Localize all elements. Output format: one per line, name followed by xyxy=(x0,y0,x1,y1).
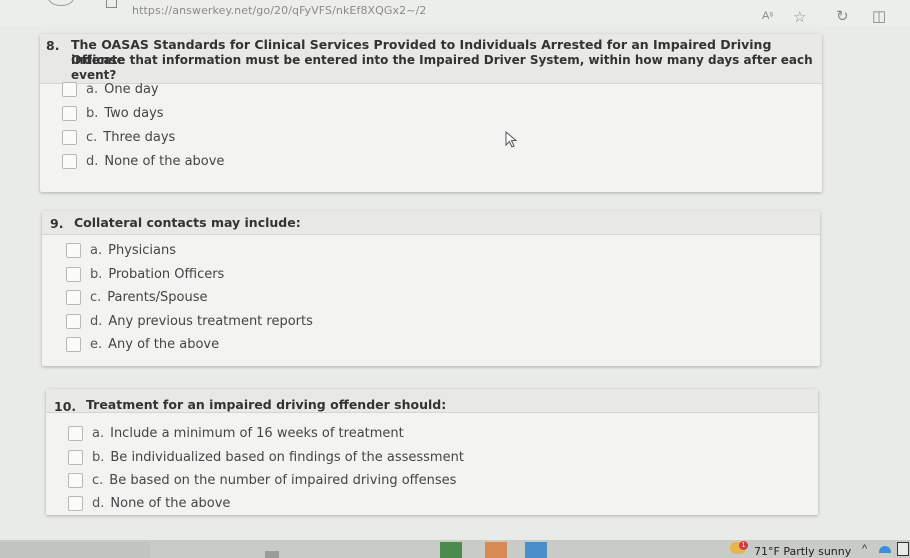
question-text: Collateral contacts may include: xyxy=(74,215,301,230)
checkbox[interactable] xyxy=(66,267,81,282)
checkbox[interactable] xyxy=(62,106,77,121)
taskbar-app-icon[interactable] xyxy=(485,542,507,558)
page-info-icon[interactable] xyxy=(106,0,117,8)
checkbox[interactable] xyxy=(66,314,81,329)
option-letter: a. xyxy=(86,82,99,97)
checkbox[interactable] xyxy=(66,337,81,352)
option-letter: a. xyxy=(92,426,105,441)
option-10a[interactable]: a. Include a minimum of 16 weeks of trea… xyxy=(68,426,404,441)
taskbar-left-area xyxy=(0,542,150,558)
weather-notification-badge: 1 xyxy=(739,541,748,550)
browser-toolbar: https://answerkey.net/go/20/qFyVFS/nkEf8… xyxy=(0,0,910,26)
option-label: None of the above xyxy=(110,496,231,511)
option-label: One day xyxy=(104,82,159,97)
checkbox[interactable] xyxy=(68,473,83,488)
option-label: Parents/Spouse xyxy=(107,290,208,305)
option-label: Include a minimum of 16 weeks of treatme… xyxy=(110,426,404,441)
weather-text[interactable]: 71°F Partly sunny xyxy=(754,545,851,558)
taskbar-app-icon[interactable] xyxy=(265,551,279,558)
option-9b[interactable]: b. Probation Officers xyxy=(66,267,224,282)
option-label: Physicians xyxy=(108,243,177,258)
option-10d[interactable]: d. None of the above xyxy=(68,496,230,511)
mouse-cursor-icon xyxy=(505,131,518,148)
address-bar-url[interactable]: https://answerkey.net/go/20/qFyVFS/nkEf8… xyxy=(132,4,427,17)
option-letter: e. xyxy=(90,337,103,352)
checkbox[interactable] xyxy=(68,426,83,441)
option-label: Be individualized based on findings of t… xyxy=(110,450,464,465)
tray-app-icon[interactable] xyxy=(897,542,909,556)
question-number: 8. xyxy=(46,38,60,53)
checkbox[interactable] xyxy=(68,496,83,511)
option-9d[interactable]: d. Any previous treatment reports xyxy=(66,314,313,329)
option-label: Three days xyxy=(103,130,176,145)
question-header: 10. Treatment for an impaired driving of… xyxy=(46,389,818,414)
option-label: Two days xyxy=(104,106,164,121)
option-label: None of the above xyxy=(104,154,225,169)
question-header: 9. Collateral contacts may include: xyxy=(42,211,820,235)
favorite-star-icon[interactable]: ☆ xyxy=(793,8,806,26)
checkbox[interactable] xyxy=(62,130,77,145)
taskbar-app-icon[interactable] xyxy=(440,542,462,558)
question-text-line-2: indicate that information must be entere… xyxy=(71,53,813,82)
tray-chevron-icon[interactable]: ^ xyxy=(862,543,867,555)
option-letter: d. xyxy=(90,314,103,329)
option-8d[interactable]: d. None of the above xyxy=(62,154,224,169)
checkbox[interactable] xyxy=(62,154,77,169)
option-8c[interactable]: c. Three days xyxy=(62,130,175,145)
option-9c[interactable]: c. Parents/Spouse xyxy=(66,290,208,305)
onedrive-cloud-icon[interactable] xyxy=(879,546,891,553)
checkbox[interactable] xyxy=(62,82,77,97)
question-header: 8. The OASAS Standards for Clinical Serv… xyxy=(40,34,822,84)
question-card-8: 8. The OASAS Standards for Clinical Serv… xyxy=(40,34,822,192)
option-letter: c. xyxy=(86,130,98,145)
option-letter: c. xyxy=(92,473,104,488)
option-letter: b. xyxy=(92,450,105,465)
question-card-10: 10. Treatment for an impaired driving of… xyxy=(46,389,818,515)
option-label: Any previous treatment reports xyxy=(108,314,313,329)
back-button[interactable] xyxy=(48,0,74,6)
option-9a[interactable]: a. Physicians xyxy=(66,243,176,258)
option-letter: d. xyxy=(86,154,99,169)
option-label: Probation Officers xyxy=(108,267,225,282)
question-card-9: 9. Collateral contacts may include: a. P… xyxy=(42,211,820,366)
checkbox[interactable] xyxy=(68,450,83,465)
option-10b[interactable]: b. Be individualized based on findings o… xyxy=(68,450,464,465)
option-letter: b. xyxy=(90,267,103,282)
option-letter: c. xyxy=(90,290,102,305)
option-8a[interactable]: a. One day xyxy=(62,82,159,97)
option-letter: b. xyxy=(86,106,99,121)
option-letter: a. xyxy=(90,243,103,258)
checkbox[interactable] xyxy=(66,243,81,258)
checkbox[interactable] xyxy=(66,290,81,305)
option-8b[interactable]: b. Two days xyxy=(62,106,164,121)
question-number: 9. xyxy=(50,216,64,231)
refresh-icon[interactable]: ↻ xyxy=(836,7,849,25)
question-text: Treatment for an impaired driving offend… xyxy=(86,397,447,412)
question-number: 10. xyxy=(54,399,77,414)
option-label: Be based on the number of impaired drivi… xyxy=(109,473,457,488)
option-label: Any of the above xyxy=(108,337,220,352)
option-9e[interactable]: e. Any of the above xyxy=(66,337,219,352)
read-aloud-icon[interactable]: Aˢ xyxy=(762,10,773,22)
option-letter: d. xyxy=(92,496,105,511)
split-screen-icon[interactable]: ◫ xyxy=(872,7,886,25)
taskbar-app-icon[interactable] xyxy=(525,542,547,558)
option-10c[interactable]: c. Be based on the number of impaired dr… xyxy=(68,473,456,488)
